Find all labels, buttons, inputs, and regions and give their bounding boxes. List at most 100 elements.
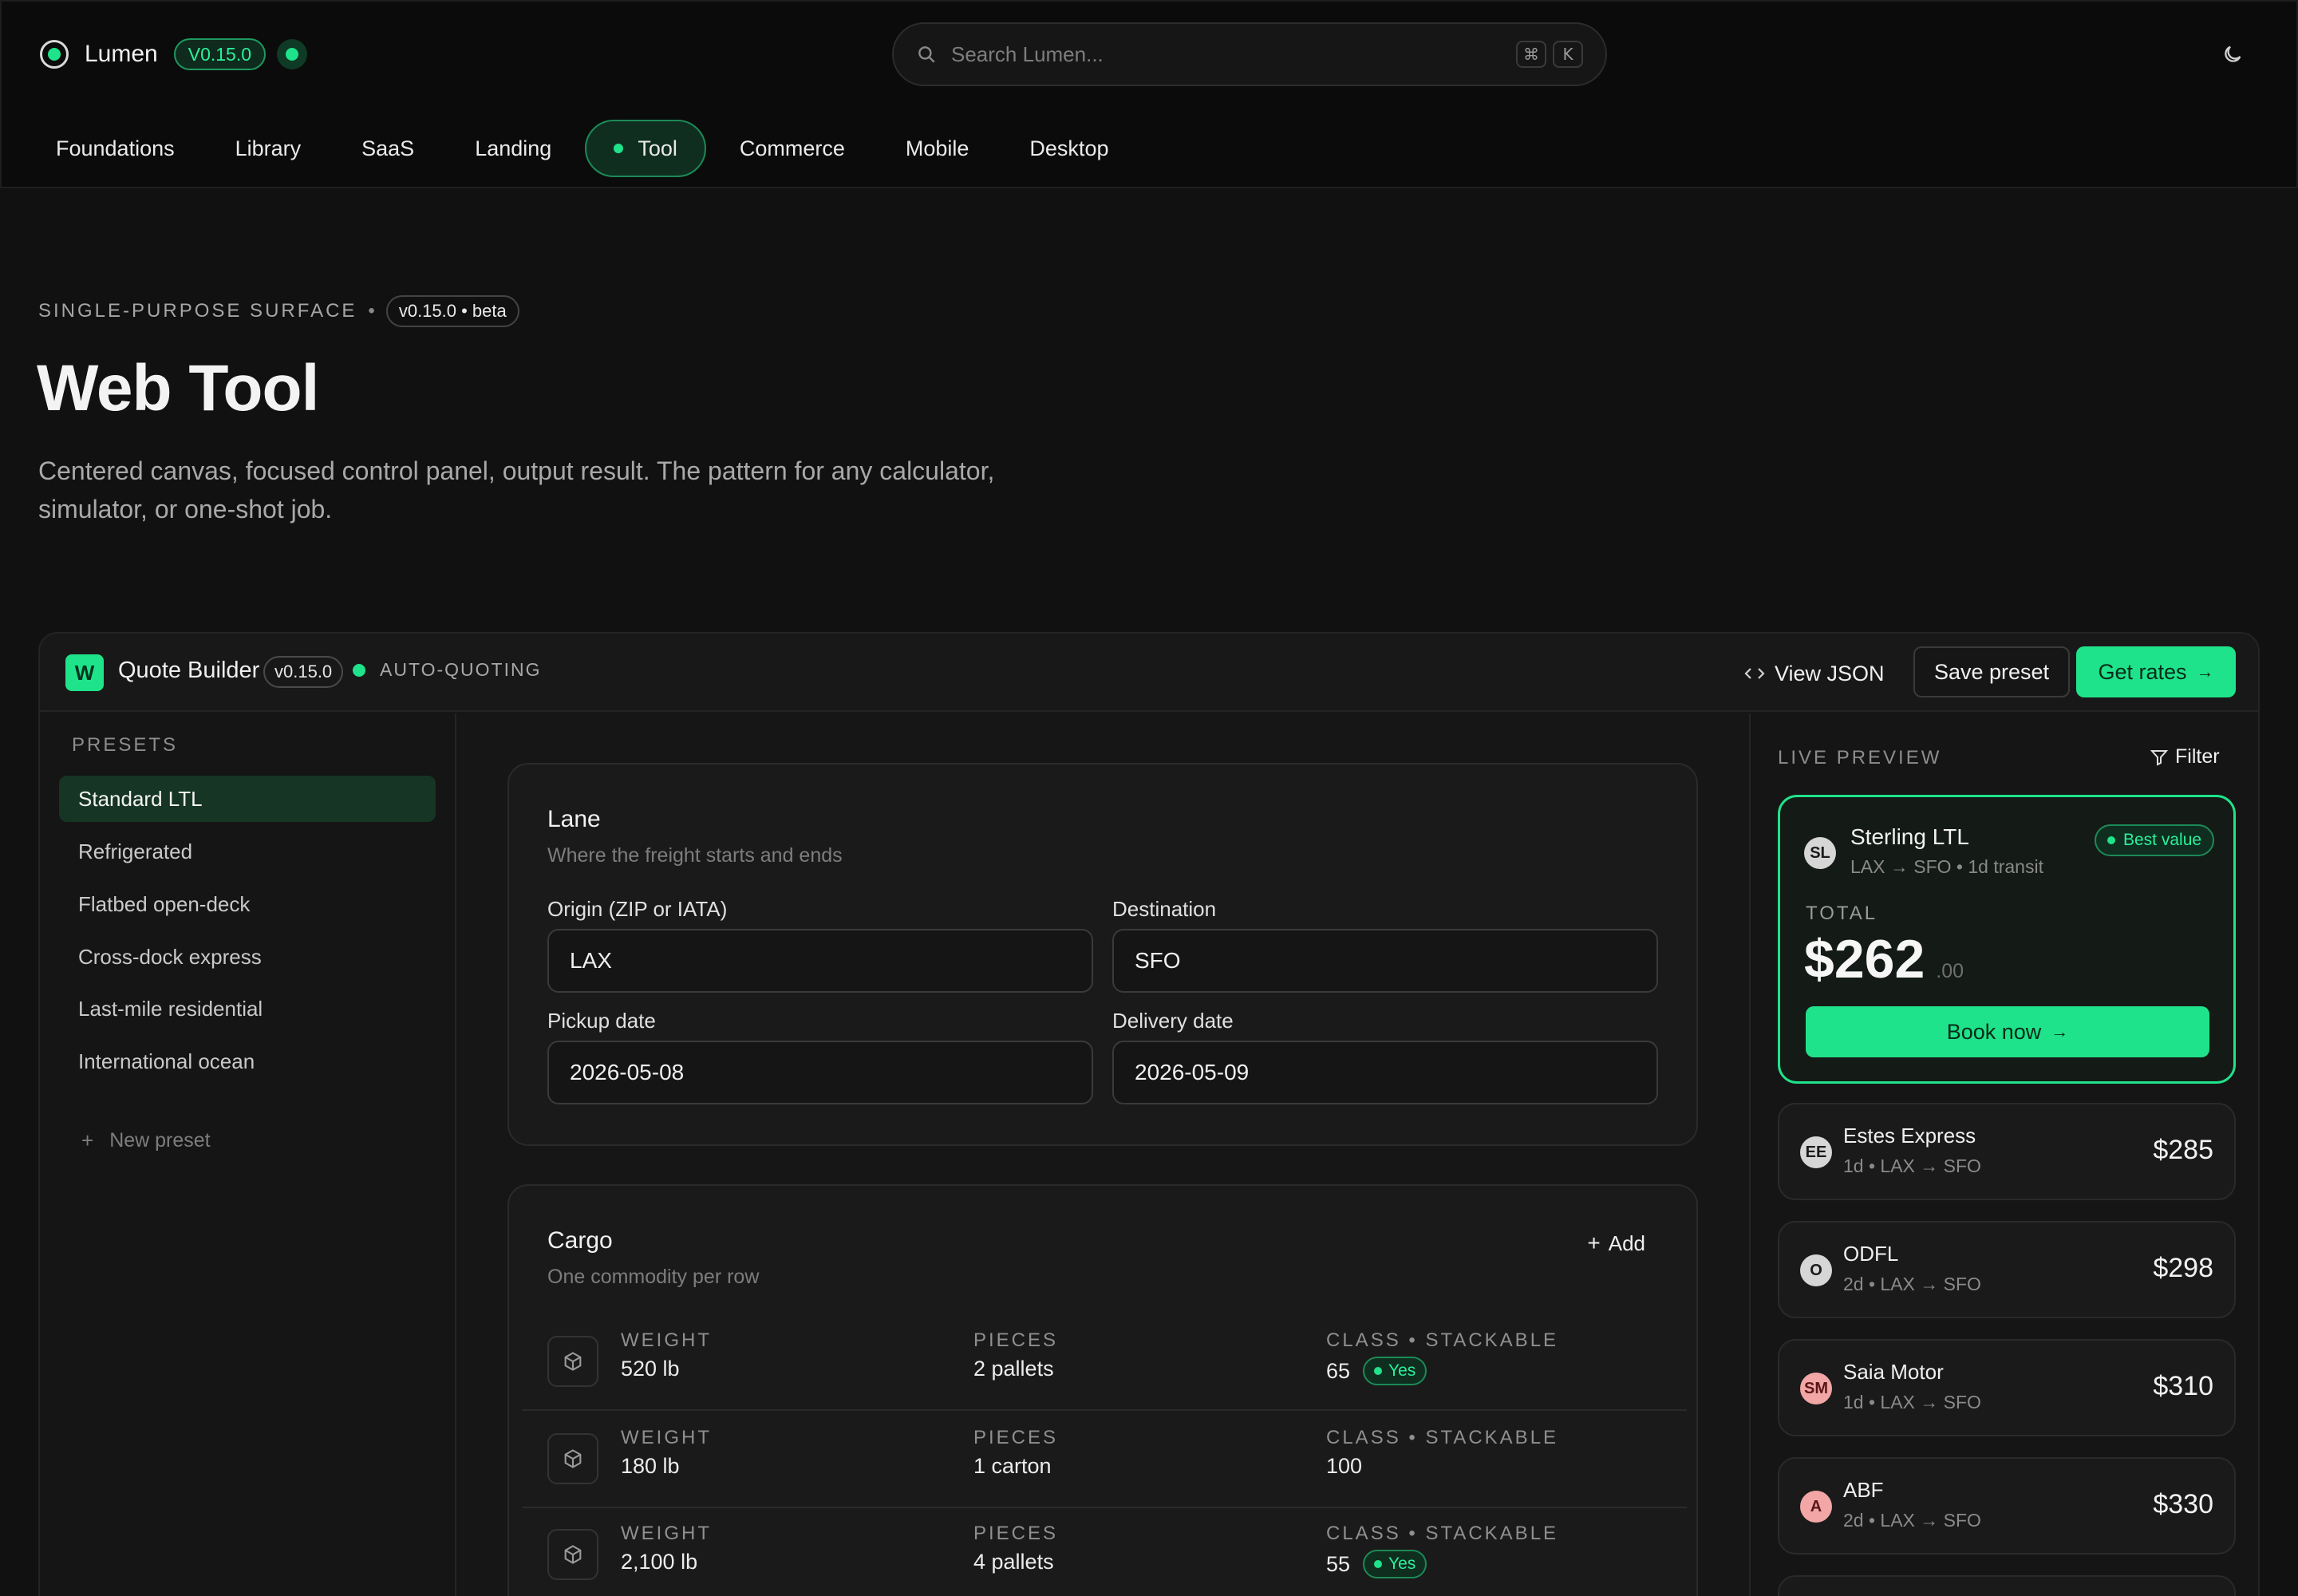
preset-item-flatbed[interactable]: Flatbed open-deck (59, 881, 436, 927)
class-cell: CLASS • STACKABLE 100 (1326, 1427, 1558, 1479)
destination-input[interactable]: SFO (1112, 929, 1658, 993)
package-icon (547, 1336, 598, 1387)
avatar: EE (1800, 1136, 1832, 1168)
page-title: Web Tool (37, 352, 319, 425)
carrier-name: Estes Express (1843, 1124, 1976, 1148)
presets-sidebar: PRESETS Standard LTL Refrigerated Flatbe… (40, 713, 456, 1596)
plus-icon: + (1587, 1231, 1601, 1255)
save-preset-button[interactable]: Save preset (1913, 646, 2070, 697)
status-dot-icon (353, 663, 365, 677)
cargo-card: Cargo One commodity per row + Add WEIGHT… (507, 1184, 1698, 1596)
quote-card-estes[interactable]: EE Estes Express 1d • LAX → SFO $285 (1778, 1103, 2236, 1200)
nav-item-library[interactable]: Library (205, 120, 332, 177)
presets-title: PRESETS (72, 734, 179, 756)
carrier-name: ODFL (1843, 1242, 1899, 1266)
destination-label: Destination (1112, 897, 1217, 921)
view-json-button[interactable]: View JSON (1744, 651, 1885, 696)
app-toolbar: W Quote Builder v0.15.0 AUTO-QUOTING Vie… (40, 634, 2258, 712)
nav-item-saas[interactable]: SaaS (331, 120, 444, 177)
carrier-route: LAX → SFO • 1d transit (1850, 856, 2043, 877)
stackable-badge: Yes (1363, 1550, 1427, 1578)
package-icon (547, 1433, 598, 1484)
view-json-label: View JSON (1775, 661, 1885, 685)
total-price: $262 .00 (1804, 928, 1964, 990)
weight-value: 180 lb (621, 1454, 680, 1478)
add-cargo-label: Add (1608, 1231, 1645, 1255)
weight-value: 2,100 lb (621, 1550, 698, 1574)
search-input[interactable]: Search Lumen... ⌘ K (892, 22, 1607, 86)
lane-card: Lane Where the freight starts and ends O… (507, 763, 1698, 1146)
nav-item-commerce[interactable]: Commerce (709, 120, 875, 177)
preset-item-standard-ltl[interactable]: Standard LTL (59, 776, 436, 822)
pieces-value: 1 carton (973, 1454, 1052, 1478)
class-header: CLASS • STACKABLE (1326, 1523, 1559, 1544)
quote-price: $310 (2153, 1371, 2213, 1401)
weight-cell: WEIGHT 180 lb (621, 1427, 712, 1479)
table-row[interactable]: WEIGHT 520 lb PIECES 2 pallets CLASS • S… (522, 1315, 1687, 1411)
book-now-button[interactable]: Book now → (1806, 1006, 2209, 1057)
class-header: CLASS • STACKABLE (1326, 1427, 1559, 1448)
nav-item-foundations[interactable]: Foundations (26, 120, 205, 177)
arrow-right-icon: → (2051, 1021, 2069, 1041)
active-dot-icon (614, 144, 624, 153)
table-row[interactable]: WEIGHT 180 lb PIECES 1 carton CLASS • ST… (522, 1412, 1687, 1508)
cargo-title: Cargo (547, 1227, 613, 1254)
nav-item-desktop[interactable]: Desktop (999, 120, 1139, 177)
preset-item-international[interactable]: International ocean (59, 1038, 436, 1084)
quote-price: $330 (2153, 1489, 2213, 1519)
preset-item-last-mile[interactable]: Last-mile residential (59, 986, 436, 1032)
quote-card-partial[interactable] (1778, 1575, 2236, 1596)
plus-icon: + (81, 1128, 94, 1152)
nav-item-tool[interactable]: Tool (585, 120, 706, 177)
quote-price: $298 (2153, 1253, 2213, 1283)
filter-button[interactable]: Filter (2150, 745, 2220, 768)
total-amount: $262 (1804, 929, 1925, 990)
pickup-date-input[interactable]: 2026-05-08 (547, 1041, 1093, 1104)
get-rates-button[interactable]: Get rates → (2076, 646, 2236, 697)
auto-quoting-status: AUTO-QUOTING (353, 659, 541, 681)
lane-subtitle: Where the freight starts and ends (547, 844, 843, 867)
quote-builder-panel: W Quote Builder v0.15.0 AUTO-QUOTING Vie… (38, 632, 2260, 1596)
carrier-route: 2d • LAX → SFO (1843, 1510, 1981, 1531)
pieces-cell: PIECES 1 carton (973, 1427, 1058, 1479)
new-preset-button[interactable]: + New preset (81, 1128, 211, 1153)
arrow-right-icon: → (2196, 662, 2214, 681)
delivery-date-input[interactable]: 2026-05-09 (1112, 1041, 1658, 1104)
auto-quoting-label: AUTO-QUOTING (380, 659, 542, 680)
app-name: Quote Builder (118, 658, 260, 683)
preset-item-cross-dock[interactable]: Cross-dock express (59, 934, 436, 980)
quote-card-abf[interactable]: A ABF 2d • LAX → SFO $330 (1778, 1457, 2236, 1555)
stackable-label: Yes (1388, 1361, 1416, 1380)
best-quote-card[interactable]: SL Sterling LTL LAX → SFO • 1d transit B… (1778, 795, 2236, 1084)
weight-cell: WEIGHT 520 lb (621, 1329, 712, 1381)
quote-card-odfl[interactable]: O ODFL 2d • LAX → SFO $298 (1778, 1221, 2236, 1318)
class-header: CLASS • STACKABLE (1326, 1329, 1559, 1351)
hero-version-pill: v0.15.0 • beta (385, 295, 519, 327)
table-row[interactable]: WEIGHT 2,100 lb PIECES 4 pallets CLASS •… (522, 1508, 1687, 1596)
nav-item-mobile[interactable]: Mobile (875, 120, 1000, 177)
class-cell: CLASS • STACKABLE 55 Yes (1326, 1523, 1558, 1578)
shortcut-k-key: K (1553, 41, 1583, 68)
get-rates-label: Get rates (2098, 659, 2187, 684)
pieces-cell: PIECES 2 pallets (973, 1329, 1058, 1381)
preset-item-refrigerated[interactable]: Refrigerated (59, 828, 436, 875)
pieces-value: 4 pallets (973, 1550, 1054, 1574)
app-logo-icon: W (65, 654, 104, 691)
add-cargo-button[interactable]: + Add (1587, 1231, 1645, 1256)
origin-input[interactable]: LAX (547, 929, 1093, 993)
pieces-header: PIECES (973, 1523, 1059, 1544)
new-preset-label: New preset (109, 1129, 211, 1152)
top-header: Lumen V0.15.0 Search Lumen... ⌘ K Founda… (0, 0, 2298, 188)
pickup-date-label: Pickup date (547, 1009, 656, 1033)
status-dot-icon (2107, 836, 2115, 844)
brand[interactable]: Lumen V0.15.0 (40, 37, 308, 72)
search-placeholder: Search Lumen... (951, 41, 1104, 66)
quote-card-saia[interactable]: SM Saia Motor 1d • LAX → SFO $310 (1778, 1339, 2236, 1436)
total-cents: .00 (1936, 960, 1964, 982)
pieces-cell: PIECES 4 pallets (973, 1523, 1058, 1574)
carrier-route: 1d • LAX → SFO (1843, 1392, 1981, 1412)
code-icon (1744, 665, 1765, 682)
theme-toggle-button[interactable] (2217, 38, 2249, 70)
weight-header: WEIGHT (621, 1523, 712, 1544)
nav-item-landing[interactable]: Landing (444, 120, 582, 177)
